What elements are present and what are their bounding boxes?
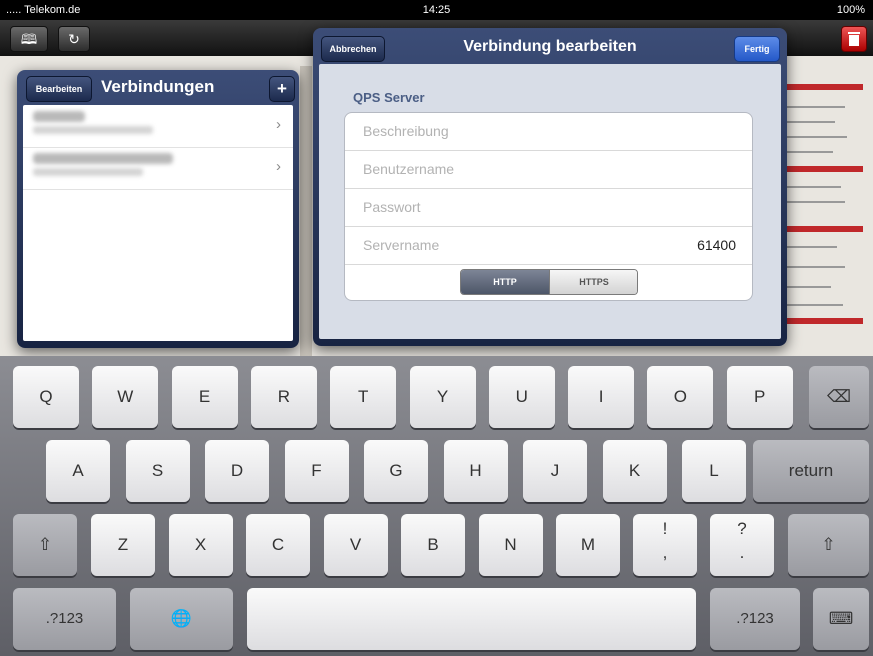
- servername-placeholder: Servername: [363, 237, 440, 253]
- status-bar: ..... Telekom.de 14:25 100%: [0, 0, 873, 20]
- connection-url-blurred: [33, 126, 153, 134]
- document-column-right: [785, 66, 863, 356]
- connections-popover: Bearbeiten Verbindungen + › ›: [17, 70, 299, 348]
- key-c[interactable]: C: [246, 514, 310, 576]
- password-field[interactable]: Passwort: [345, 189, 752, 227]
- key-o[interactable]: O: [647, 366, 714, 428]
- shift-key-right[interactable]: ⇧: [788, 514, 869, 576]
- battery-label: 100%: [836, 4, 865, 16]
- key-m[interactable]: M: [556, 514, 620, 576]
- connections-list: › ›: [23, 105, 293, 341]
- connection-name-blurred: [33, 111, 85, 122]
- key-l[interactable]: L: [682, 440, 746, 502]
- shift-key-left[interactable]: ⇧: [13, 514, 77, 576]
- edit-connection-title: Verbindung bearbeiten: [463, 38, 637, 55]
- edit-connection-popover: Abbrechen Verbindung bearbeiten Fertig Q…: [313, 28, 787, 346]
- description-field[interactable]: Beschreibung: [345, 113, 752, 151]
- backspace-key[interactable]: ⌫: [809, 366, 869, 428]
- shift-icon: ⇧: [37, 535, 53, 554]
- period-label: .: [739, 543, 745, 562]
- backspace-icon: ⌫: [826, 387, 852, 406]
- username-placeholder: Benutzername: [363, 161, 455, 177]
- done-button[interactable]: Fertig: [734, 36, 780, 62]
- key-j[interactable]: J: [523, 440, 587, 502]
- key-e[interactable]: E: [171, 366, 238, 428]
- key-u[interactable]: U: [488, 366, 555, 428]
- return-key[interactable]: return: [753, 440, 869, 502]
- key-w[interactable]: W: [92, 366, 159, 428]
- key-v[interactable]: V: [323, 514, 388, 576]
- key-b[interactable]: B: [401, 514, 465, 576]
- edit-connection-form: QPS Server Beschreibung Benutzername Pas…: [319, 64, 781, 339]
- username-field[interactable]: Benutzername: [345, 151, 752, 189]
- key-h[interactable]: H: [443, 440, 508, 502]
- keyboard-hide-icon: ⌨: [828, 609, 854, 628]
- comma-label: ,: [662, 543, 668, 562]
- key-a[interactable]: A: [46, 440, 110, 502]
- password-placeholder: Passwort: [363, 199, 421, 215]
- list-item[interactable]: ›: [23, 105, 293, 148]
- reload-icon: ↻: [68, 31, 80, 47]
- key-g[interactable]: G: [364, 440, 428, 502]
- key-f[interactable]: F: [284, 440, 349, 502]
- connection-url-blurred: [33, 168, 143, 176]
- segment-https[interactable]: HTTPS: [549, 270, 637, 294]
- add-connection-button[interactable]: +: [269, 76, 295, 102]
- connections-navbar: Bearbeiten Verbindungen +: [17, 70, 299, 106]
- globe-icon: 🌐: [170, 609, 193, 628]
- key-p[interactable]: P: [726, 366, 793, 428]
- key-question[interactable]: ?.: [710, 514, 774, 576]
- connection-name-blurred: [33, 153, 173, 164]
- protocol-segmented-control: HTTP HTTPS: [460, 269, 638, 295]
- edit-button[interactable]: Bearbeiten: [26, 76, 92, 102]
- description-placeholder: Beschreibung: [363, 123, 449, 139]
- list-item[interactable]: ›: [23, 147, 293, 190]
- space-key[interactable]: [247, 588, 696, 650]
- section-title: QPS Server: [353, 90, 425, 105]
- numbers-key-left[interactable]: .?123: [13, 588, 116, 650]
- shift-icon: ⇧: [821, 535, 836, 554]
- numbers-key-right[interactable]: .?123: [710, 588, 800, 650]
- servername-value: 61400: [697, 237, 736, 253]
- key-i[interactable]: I: [568, 366, 635, 428]
- segment-http[interactable]: HTTP: [461, 270, 549, 294]
- hide-keyboard-key[interactable]: ⌨: [813, 588, 869, 650]
- key-exclamation[interactable]: !,: [633, 514, 697, 576]
- bookmarks-button[interactable]: 🕮: [10, 26, 48, 52]
- clock-label: 14:25: [422, 4, 451, 16]
- key-n[interactable]: N: [478, 514, 543, 576]
- servername-field[interactable]: Servername 61400: [345, 227, 752, 265]
- keyboard: Q W E R T Y U I O P ⌫ A S D F G H J K Lreturn ⇧ Z X C V B N M!,?. ⇧.…: [0, 356, 873, 656]
- trash-icon: [848, 32, 860, 46]
- key-x[interactable]: X: [168, 514, 233, 576]
- key-d[interactable]: D: [205, 440, 269, 502]
- form-group: Beschreibung Benutzername Passwort Serve…: [344, 112, 753, 301]
- trash-button[interactable]: [841, 26, 867, 52]
- chevron-right-icon: ›: [276, 158, 281, 175]
- key-q[interactable]: Q: [13, 366, 79, 428]
- reload-button[interactable]: ↻: [58, 26, 90, 52]
- key-k[interactable]: K: [602, 440, 667, 502]
- key-s[interactable]: S: [125, 440, 190, 502]
- globe-key[interactable]: 🌐: [130, 588, 233, 650]
- key-r[interactable]: R: [250, 366, 317, 428]
- connections-title: Verbindungen: [101, 77, 215, 96]
- document-gutter: [300, 66, 312, 356]
- key-t[interactable]: T: [330, 366, 397, 428]
- chevron-right-icon: ›: [276, 116, 281, 133]
- key-z[interactable]: Z: [91, 514, 155, 576]
- book-icon: 🕮: [20, 31, 38, 47]
- key-y[interactable]: Y: [409, 366, 476, 428]
